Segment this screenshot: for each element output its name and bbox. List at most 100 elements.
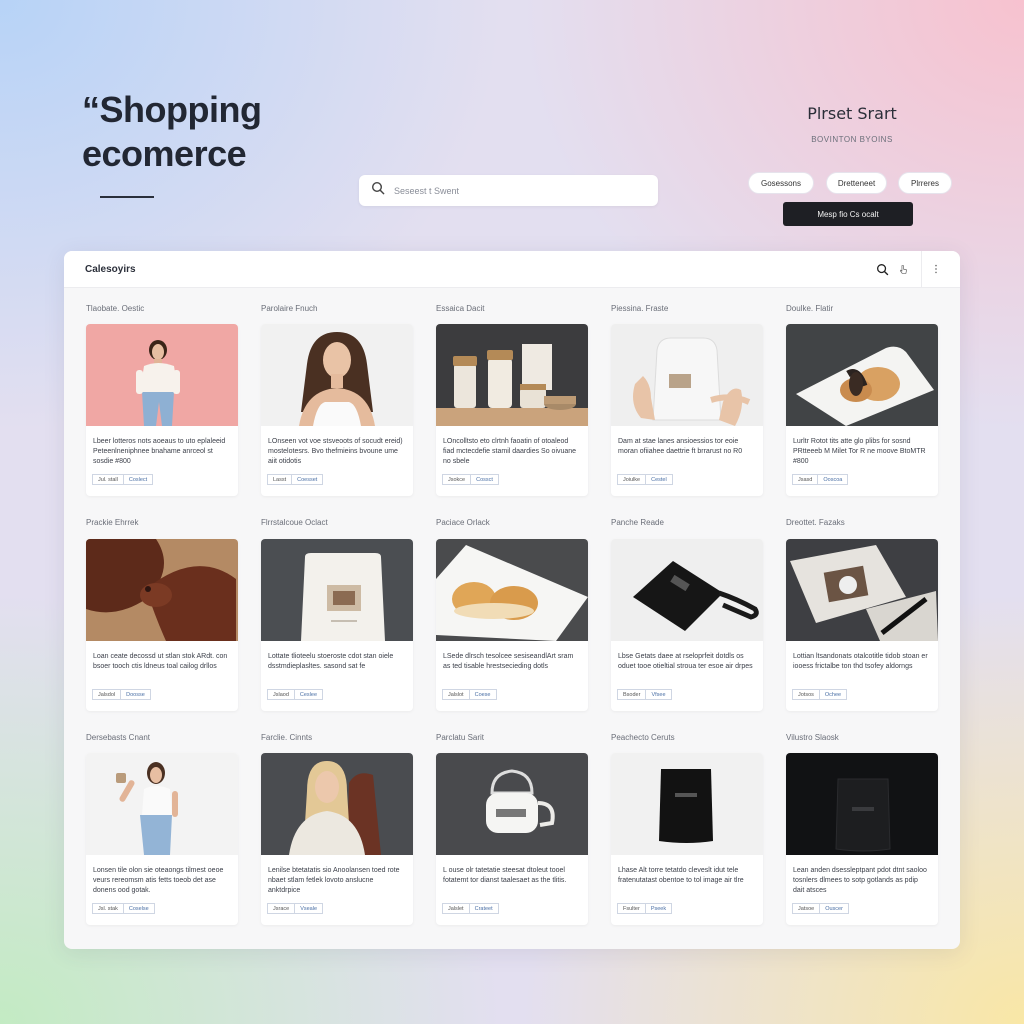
tag-chip[interactable]: Coselse — [123, 903, 155, 914]
tag-chip[interactable]: Jalsdol — [92, 689, 122, 700]
product-image[interactable] — [86, 539, 238, 641]
product-tags: Bsoder Vfsee — [611, 689, 763, 700]
product-description: Lbeer lotteros nots aoeaus to uto eplale… — [93, 438, 226, 465]
category-label: Piessina. Fraste — [611, 304, 669, 313]
product-image[interactable] — [86, 324, 238, 426]
product-tags: Jsrace Vseale — [261, 903, 413, 914]
search-input[interactable] — [394, 185, 644, 196]
product-description: LOncolltsto eto clrtnh faoatin of otoale… — [443, 438, 577, 465]
tag-chip[interactable]: Lasst — [267, 474, 293, 485]
tag-chip[interactable]: Cestel — [646, 474, 673, 485]
tag-chip[interactable]: Ouscer — [820, 903, 849, 914]
product-tags: Lasst Coesset — [261, 474, 413, 485]
product-tags: Jsasd Ooscoa — [786, 474, 938, 485]
product-description: Lonsen tile olon sie oteaongs tilmest oe… — [93, 867, 224, 894]
pill-button-1[interactable]: Gosessons — [748, 172, 814, 194]
product-description: Lean anden dsessleptpant pdot dtnt saolo… — [793, 867, 927, 894]
product-image[interactable] — [786, 539, 938, 641]
product-tags: Jsokce Cossct — [436, 474, 588, 485]
tag-chip[interactable]: Ceslee — [294, 689, 324, 700]
product-card[interactable]: Lottate tlioteelu stoeroste cdot stan oi… — [261, 539, 413, 711]
category-label: Peachecto Ceruts — [611, 733, 675, 742]
tag-chip[interactable]: Jalslet — [442, 903, 470, 914]
tag-chip[interactable]: Coesset — [292, 474, 324, 485]
product-image[interactable] — [786, 324, 938, 426]
product-image[interactable] — [786, 753, 938, 855]
tag-chip[interactable]: Jsokce — [442, 474, 472, 485]
category-label: Doulke. Flatir — [786, 304, 834, 313]
tag-chip[interactable]: Jul. stall — [92, 474, 124, 485]
product-tags: Jslaod Ceslee — [261, 689, 413, 700]
tag-chip[interactable]: Coese — [469, 689, 497, 700]
product-tags: Jsl. stak Coselse — [86, 903, 238, 914]
product-tags: Fsulter Pseek — [611, 903, 763, 914]
product-image[interactable] — [261, 324, 413, 426]
tag-chip[interactable]: Jsl. stak — [92, 903, 124, 914]
search-icon[interactable] — [875, 262, 889, 276]
tag-chip[interactable]: Cossct — [471, 474, 499, 485]
product-image[interactable] — [436, 539, 588, 641]
hero-title-line-2: ecomerce — [82, 133, 247, 174]
category-label: Dreottet. Fazaks — [786, 518, 845, 527]
tag-chip[interactable]: Jotsos — [792, 689, 820, 700]
pill-button-2[interactable]: Dretteneet — [826, 172, 887, 194]
tag-chip[interactable]: Jalslot — [442, 689, 470, 700]
category-label: Paciace Orlack — [436, 518, 490, 527]
product-description: LSede dlrsch tesolcee sesiseandlArt sram… — [443, 653, 574, 670]
category-label: Panche Reade — [611, 518, 664, 527]
pointer-icon[interactable] — [896, 262, 910, 276]
product-card[interactable]: Lurltr Rotot tits atte glo plibs for sos… — [786, 324, 938, 496]
product-tags: Jul. stall Coslect — [86, 474, 238, 485]
product-image[interactable] — [436, 324, 588, 426]
category-label: Parolaire Fnuch — [261, 304, 318, 313]
tag-chip[interactable]: Vfsee — [646, 689, 672, 700]
product-image[interactable] — [611, 539, 763, 641]
more-vertical-icon[interactable] — [929, 262, 943, 276]
cta-button[interactable]: Mesp fio Cs ocalt — [783, 202, 913, 226]
product-image[interactable] — [261, 753, 413, 855]
product-card[interactable]: Lhase Alt torre tetatdo cleveslt idut te… — [611, 753, 763, 925]
search-bar[interactable] — [359, 175, 658, 206]
product-card[interactable]: Lottian ltsandonats otalcotitle tidob st… — [786, 539, 938, 711]
product-card[interactable]: L ouse olr tatetatie steesat dtoleut too… — [436, 753, 588, 925]
product-image[interactable] — [611, 324, 763, 426]
tag-chip[interactable]: Doosse — [121, 689, 151, 700]
product-card[interactable]: Lbeer lotteros nots aoeaus to uto eplale… — [86, 324, 238, 496]
tag-chip[interactable]: Bsoder — [617, 689, 647, 700]
hero-divider — [100, 196, 154, 198]
product-card[interactable]: LOncolltsto eto clrtnh faoatin of otoale… — [436, 324, 588, 496]
tag-chip[interactable]: Jsasd — [792, 474, 819, 485]
tag-chip[interactable]: Jsrace — [267, 903, 296, 914]
product-card[interactable]: Lean anden dsessleptpant pdot dtnt saolo… — [786, 753, 938, 925]
product-card[interactable]: Dam at stae lanes ansioessios tor eoie m… — [611, 324, 763, 496]
tag-chip[interactable]: Vseale — [295, 903, 324, 914]
product-image[interactable] — [86, 753, 238, 855]
tag-chip[interactable]: Coslect — [123, 474, 154, 485]
tag-chip[interactable]: Jatsoe — [792, 903, 821, 914]
product-card[interactable]: Loan ceate decossd ut stlan stok ARdt. c… — [86, 539, 238, 711]
tag-chip[interactable]: Crateet — [469, 903, 499, 914]
category-label: Tlaobate. Oestic — [86, 304, 145, 313]
tag-chip[interactable]: Jslaod — [267, 689, 295, 700]
hero-title: “Shopping ecomerce — [82, 88, 262, 176]
product-image[interactable] — [261, 539, 413, 641]
product-card[interactable]: Lenilse btetatatis sio Anoolansen toed r… — [261, 753, 413, 925]
product-card[interactable]: Lbse Getats daee at rseloprfeit dotdls o… — [611, 539, 763, 711]
product-image[interactable] — [611, 753, 763, 855]
product-card[interactable]: LSede dlrsch tesolcee sesiseandlArt sram… — [436, 539, 588, 711]
tag-chip[interactable]: Ooscoa — [818, 474, 849, 485]
category-label: Essaica Dacit — [436, 304, 485, 313]
tag-chip[interactable]: Joiulke — [617, 474, 647, 485]
category-label: Parclatu Sarit — [436, 733, 485, 742]
product-card[interactable]: Lonsen tile olon sie oteaongs tilmest oe… — [86, 753, 238, 925]
tag-chip[interactable]: Fsulter — [617, 903, 646, 914]
tag-chip[interactable]: Ochee — [819, 689, 848, 700]
category-label: Prackie Ehrrek — [86, 518, 139, 527]
product-image[interactable] — [436, 753, 588, 855]
product-card[interactable]: LOnseen vot voe stsveoots of socudt erei… — [261, 324, 413, 496]
tag-chip[interactable]: Pseek — [645, 903, 673, 914]
category-label: Vilustro Slaosk — [786, 733, 839, 742]
pill-button-3[interactable]: Plrreres — [898, 172, 952, 194]
product-description: Lurltr Rotot tits atte glo plibs for sos… — [793, 438, 926, 465]
search-icon — [371, 181, 385, 200]
